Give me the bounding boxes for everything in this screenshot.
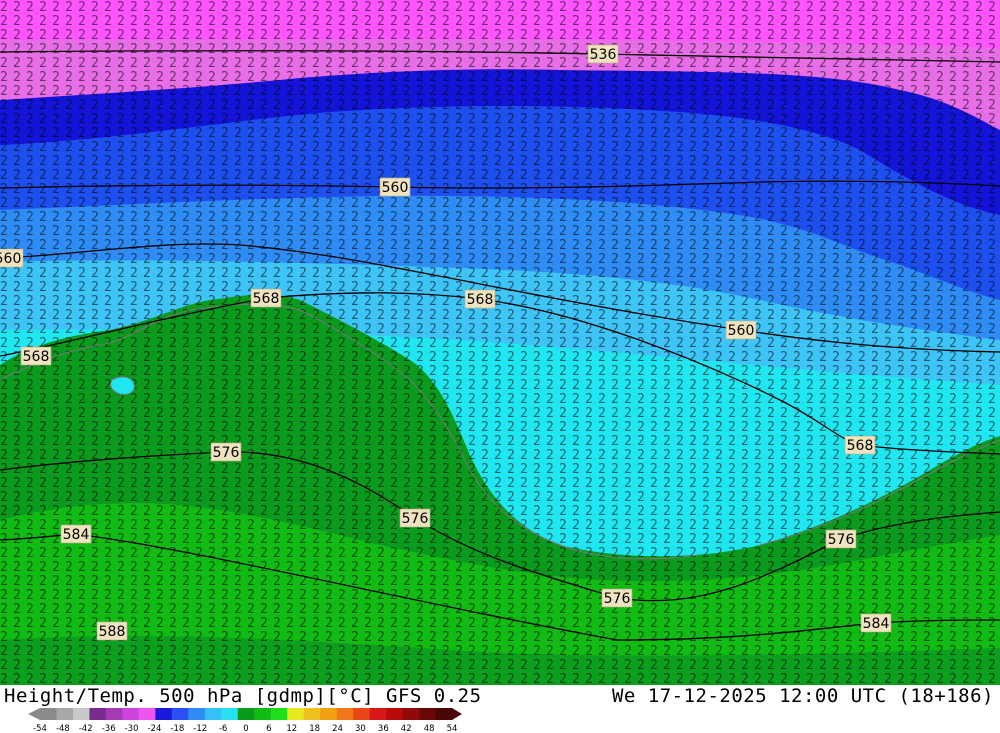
contour-label: 568 [253, 291, 280, 307]
legend-swatch [72, 708, 90, 720]
legend-tick-label: 24 [332, 724, 343, 733]
legend-tick-label: 54 [447, 724, 458, 733]
legend-swatch [254, 708, 272, 720]
weather-map: 2 53656056056856856056856857657658457 [0, 0, 1000, 685]
color-legend-swatches [28, 708, 462, 720]
map-canvas: 2 53656056056856856056856857657658457 [0, 0, 1000, 685]
legend-tick-label: 48 [424, 724, 435, 733]
legend-swatch [270, 708, 288, 720]
legend-swatch [40, 708, 57, 720]
legend-tick-label: 12 [286, 724, 297, 733]
legend-tick-label: 6 [266, 724, 271, 733]
legend-swatch [237, 708, 255, 720]
legend-tick-label: 36 [378, 724, 389, 733]
color-legend: -54 -48 -42 -36 -30 -24 -18 -12 -6 0 6 12 18 24 30 36 42… [28, 708, 462, 733]
contour-label: 568 [23, 349, 50, 365]
legend-swatch [204, 708, 222, 720]
contour-label: 576 [213, 445, 240, 461]
legend-tick-label: -6 [219, 724, 227, 733]
legend-swatch [435, 708, 453, 720]
legend-swatch [402, 708, 420, 720]
contour-label: 568 [847, 438, 874, 454]
legend-tick-label: -54 [33, 724, 47, 733]
legend-swatch [56, 708, 74, 720]
legend-tick-label: 30 [355, 724, 366, 733]
legend-swatch [138, 708, 156, 720]
legend-swatch [320, 708, 338, 720]
legend-swatch [155, 708, 173, 720]
legend-tick-label: 42 [401, 724, 412, 733]
legend-arrow-left [28, 708, 40, 720]
contour-label: 584 [63, 527, 90, 543]
legend-tick-label: 18 [309, 724, 320, 733]
legend-tick-label: -24 [147, 724, 161, 733]
legend-swatch [89, 708, 107, 720]
contour-label: 576 [402, 511, 429, 527]
legend-swatch [122, 708, 140, 720]
contour-label: 576 [828, 532, 855, 548]
legend-swatch [221, 708, 239, 720]
map-valid-time: We 17-12-2025 12:00 UTC (18+186) [611, 685, 994, 707]
legend-swatch [171, 708, 189, 720]
legend-tick-label: -48 [56, 724, 70, 733]
contour-label: 588 [99, 624, 126, 640]
legend-tick-label: 0 [243, 724, 248, 733]
legend-swatch [353, 708, 371, 720]
contour-label: 568 [467, 292, 494, 308]
contour-label: 560 [382, 180, 409, 196]
legend-swatch [287, 708, 305, 720]
legend-swatch [419, 708, 437, 720]
footer: Height/Temp. 500 hPa [gdmp][°C] GFS 0.25… [0, 685, 1000, 733]
contour-label: 536 [590, 47, 617, 63]
legend-swatch [188, 708, 206, 720]
legend-tick-label: -42 [79, 724, 93, 733]
contour-label: 560 [0, 251, 21, 267]
legend-tick-label: -36 [102, 724, 116, 733]
color-legend-ticks: -54 -48 -42 -36 -30 -24 -18 -12 -6 0 6 12 18 24 30 36 42… [33, 724, 457, 733]
contour-label: 560 [728, 323, 755, 339]
legend-arrow-right [452, 708, 462, 720]
legend-tick-label: -18 [170, 724, 184, 733]
map-title: Height/Temp. 500 hPa [gdmp][°C] GFS 0.25 [4, 685, 482, 707]
legend-swatch [303, 708, 321, 720]
legend-swatch [105, 708, 123, 720]
legend-swatch [369, 708, 387, 720]
legend-tick-label: -30 [125, 724, 139, 733]
contour-label: 576 [604, 591, 631, 607]
legend-swatch [336, 708, 354, 720]
digit-texture [0, 0, 1000, 685]
legend-swatch [386, 708, 404, 720]
contour-label: 584 [863, 616, 890, 632]
legend-tick-label: -12 [193, 724, 207, 733]
